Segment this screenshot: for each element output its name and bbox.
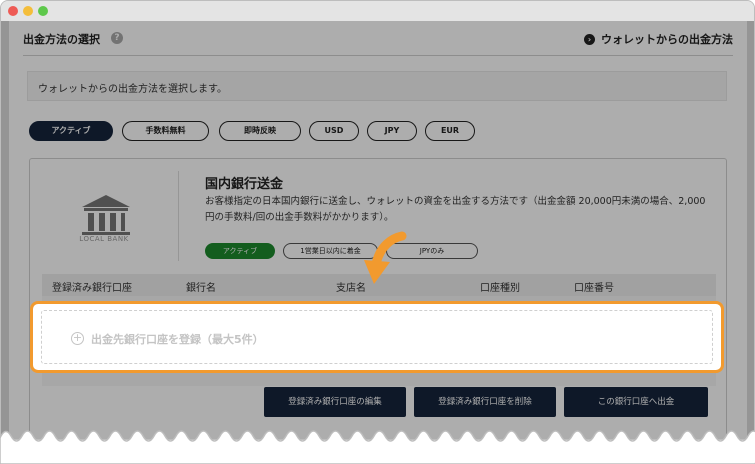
plus-circle-icon: +: [71, 331, 84, 345]
minimize-window-icon[interactable]: [23, 6, 33, 16]
browser-window: 出金方法の選択 ? › ウォレットからの出金方法 ウォレットからの出金方法を選択し…: [0, 0, 755, 440]
add-account-highlight[interactable]: + 出金先銀行口座を登録（最大5件）: [30, 301, 724, 373]
title-bar: [1, 1, 754, 21]
close-window-icon[interactable]: [8, 6, 18, 16]
add-account-dropzone[interactable]: + 出金先銀行口座を登録（最大5件）: [41, 310, 713, 364]
maximize-window-icon[interactable]: [38, 6, 48, 16]
torn-edge: [0, 430, 755, 464]
add-account-label: 出金先銀行口座を登録（最大5件）: [91, 333, 264, 346]
pointer-arrow-icon: [364, 231, 407, 284]
